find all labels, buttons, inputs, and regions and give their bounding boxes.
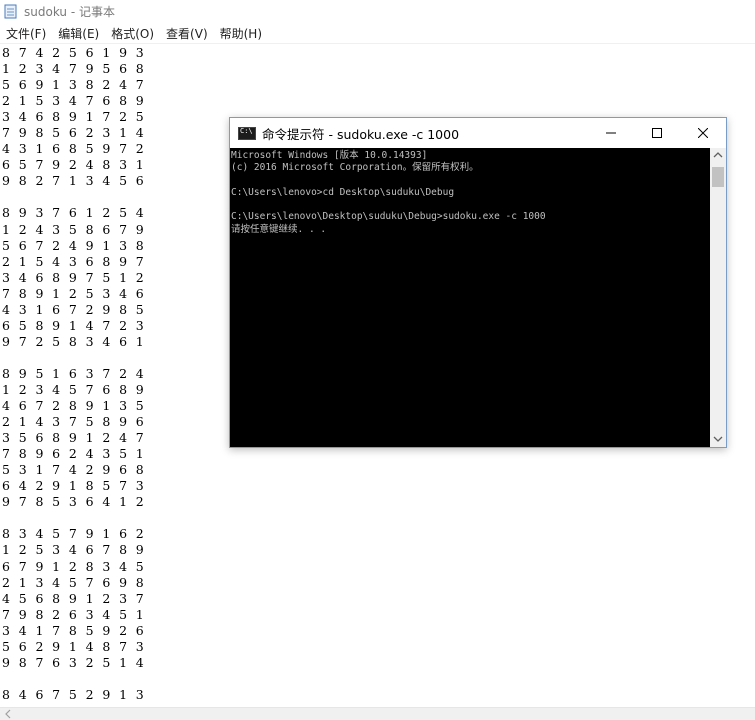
notepad-line: 1 2 5 3 4 6 7 8 9	[2, 542, 147, 558]
notepad-line: 9 8 7 6 3 2 5 1 4	[2, 654, 147, 670]
notepad-line: 8 4 6 7 5 2 9 1 3	[2, 686, 147, 702]
notepad-line: 6 4 2 9 1 8 5 7 3	[2, 478, 147, 494]
notepad-line	[2, 510, 752, 526]
notepad-line: 3 4 1 7 8 5 9 2 6	[2, 622, 147, 638]
notepad-line: 2 1 5 3 4 7 6 8 9	[2, 93, 147, 109]
menu-file[interactable]: 文件(F)	[0, 25, 52, 42]
notepad-line: 4 5 6 8 9 1 2 3 7	[2, 590, 147, 606]
maximize-icon	[652, 128, 662, 138]
menu-edit[interactable]: 编辑(E)	[52, 25, 105, 42]
chevron-down-icon[interactable]	[713, 434, 723, 444]
console-line: C:\Users\lenovo>cd Desktop\suduku\Debug	[231, 186, 455, 198]
console-line: C:\Users\lenovo\Desktop\suduku\Debug>sud…	[231, 211, 546, 223]
notepad-line: 5 6 2 9 1 4 8 7 3	[2, 638, 147, 654]
notepad-line: 6 7 9 1 2 8 3 4 5	[2, 558, 147, 574]
notepad-icon	[4, 4, 17, 19]
console-line: 请按任意键继续. . .	[231, 223, 327, 235]
scrollbar-thumb[interactable]	[712, 167, 724, 187]
minimize-icon	[606, 132, 616, 134]
notepad-line: 8 7 4 2 5 6 1 9 3	[2, 45, 147, 60]
notepad-title: sudoku - 记事本	[24, 5, 115, 19]
console-title: 命令提示符 - sudoku.exe -c 1000	[262, 126, 460, 142]
notepad-line	[2, 671, 752, 687]
notepad-line: 2 1 3 4 5 7 6 9 8	[2, 574, 147, 590]
notepad-line: 5 6 9 1 3 8 2 4 7	[2, 77, 147, 93]
menu-help[interactable]: 帮助(H)	[214, 25, 268, 42]
chevron-left-icon[interactable]	[4, 709, 12, 719]
close-button[interactable]	[680, 118, 726, 148]
console-line: Microsoft Windows [版本 10.0.14393]	[231, 150, 428, 161]
console-output[interactable]: Microsoft Windows [版本 10.0.14393] (c) 201…	[230, 148, 710, 447]
menu-view[interactable]: 查看(V)	[160, 25, 214, 42]
notepad-line: 7 9 8 2 6 3 4 5 1	[2, 606, 147, 622]
maximize-button[interactable]	[634, 118, 680, 148]
minimize-button[interactable]	[588, 118, 634, 148]
console-line: (c) 2016 Microsoft Corporation。保留所有权利。	[231, 162, 479, 174]
notepad-titlebar[interactable]: sudoku - 记事本	[0, 0, 755, 23]
notepad-line: 8 3 4 5 7 9 1 6 2	[2, 526, 147, 542]
menu-format[interactable]: 格式(O)	[105, 25, 160, 42]
notepad-line: 7 8 9 6 2 4 3 5 1	[2, 446, 147, 462]
console-vertical-scrollbar[interactable]	[710, 148, 726, 447]
chevron-up-icon[interactable]	[713, 150, 723, 160]
window-controls	[588, 118, 726, 148]
console-window[interactable]: C:\ 命令提示符 - sudoku.exe -c 1000 Microsoft…	[229, 117, 727, 448]
notepad-line: 1 2 3 4 7 9 5 6 8	[2, 61, 147, 77]
notepad-line: 5 3 1 7 4 2 9 6 8	[2, 462, 147, 478]
console-icon: C:\	[238, 126, 256, 140]
notepad-horizontal-scrollbar[interactable]	[0, 707, 755, 720]
close-icon	[698, 128, 708, 138]
notepad-line: 9 7 8 5 3 6 4 1 2	[2, 494, 147, 510]
notepad-menubar: 文件(F) 编辑(E) 格式(O) 查看(V) 帮助(H)	[0, 23, 755, 44]
console-titlebar[interactable]: C:\ 命令提示符 - sudoku.exe -c 1000	[230, 118, 726, 148]
